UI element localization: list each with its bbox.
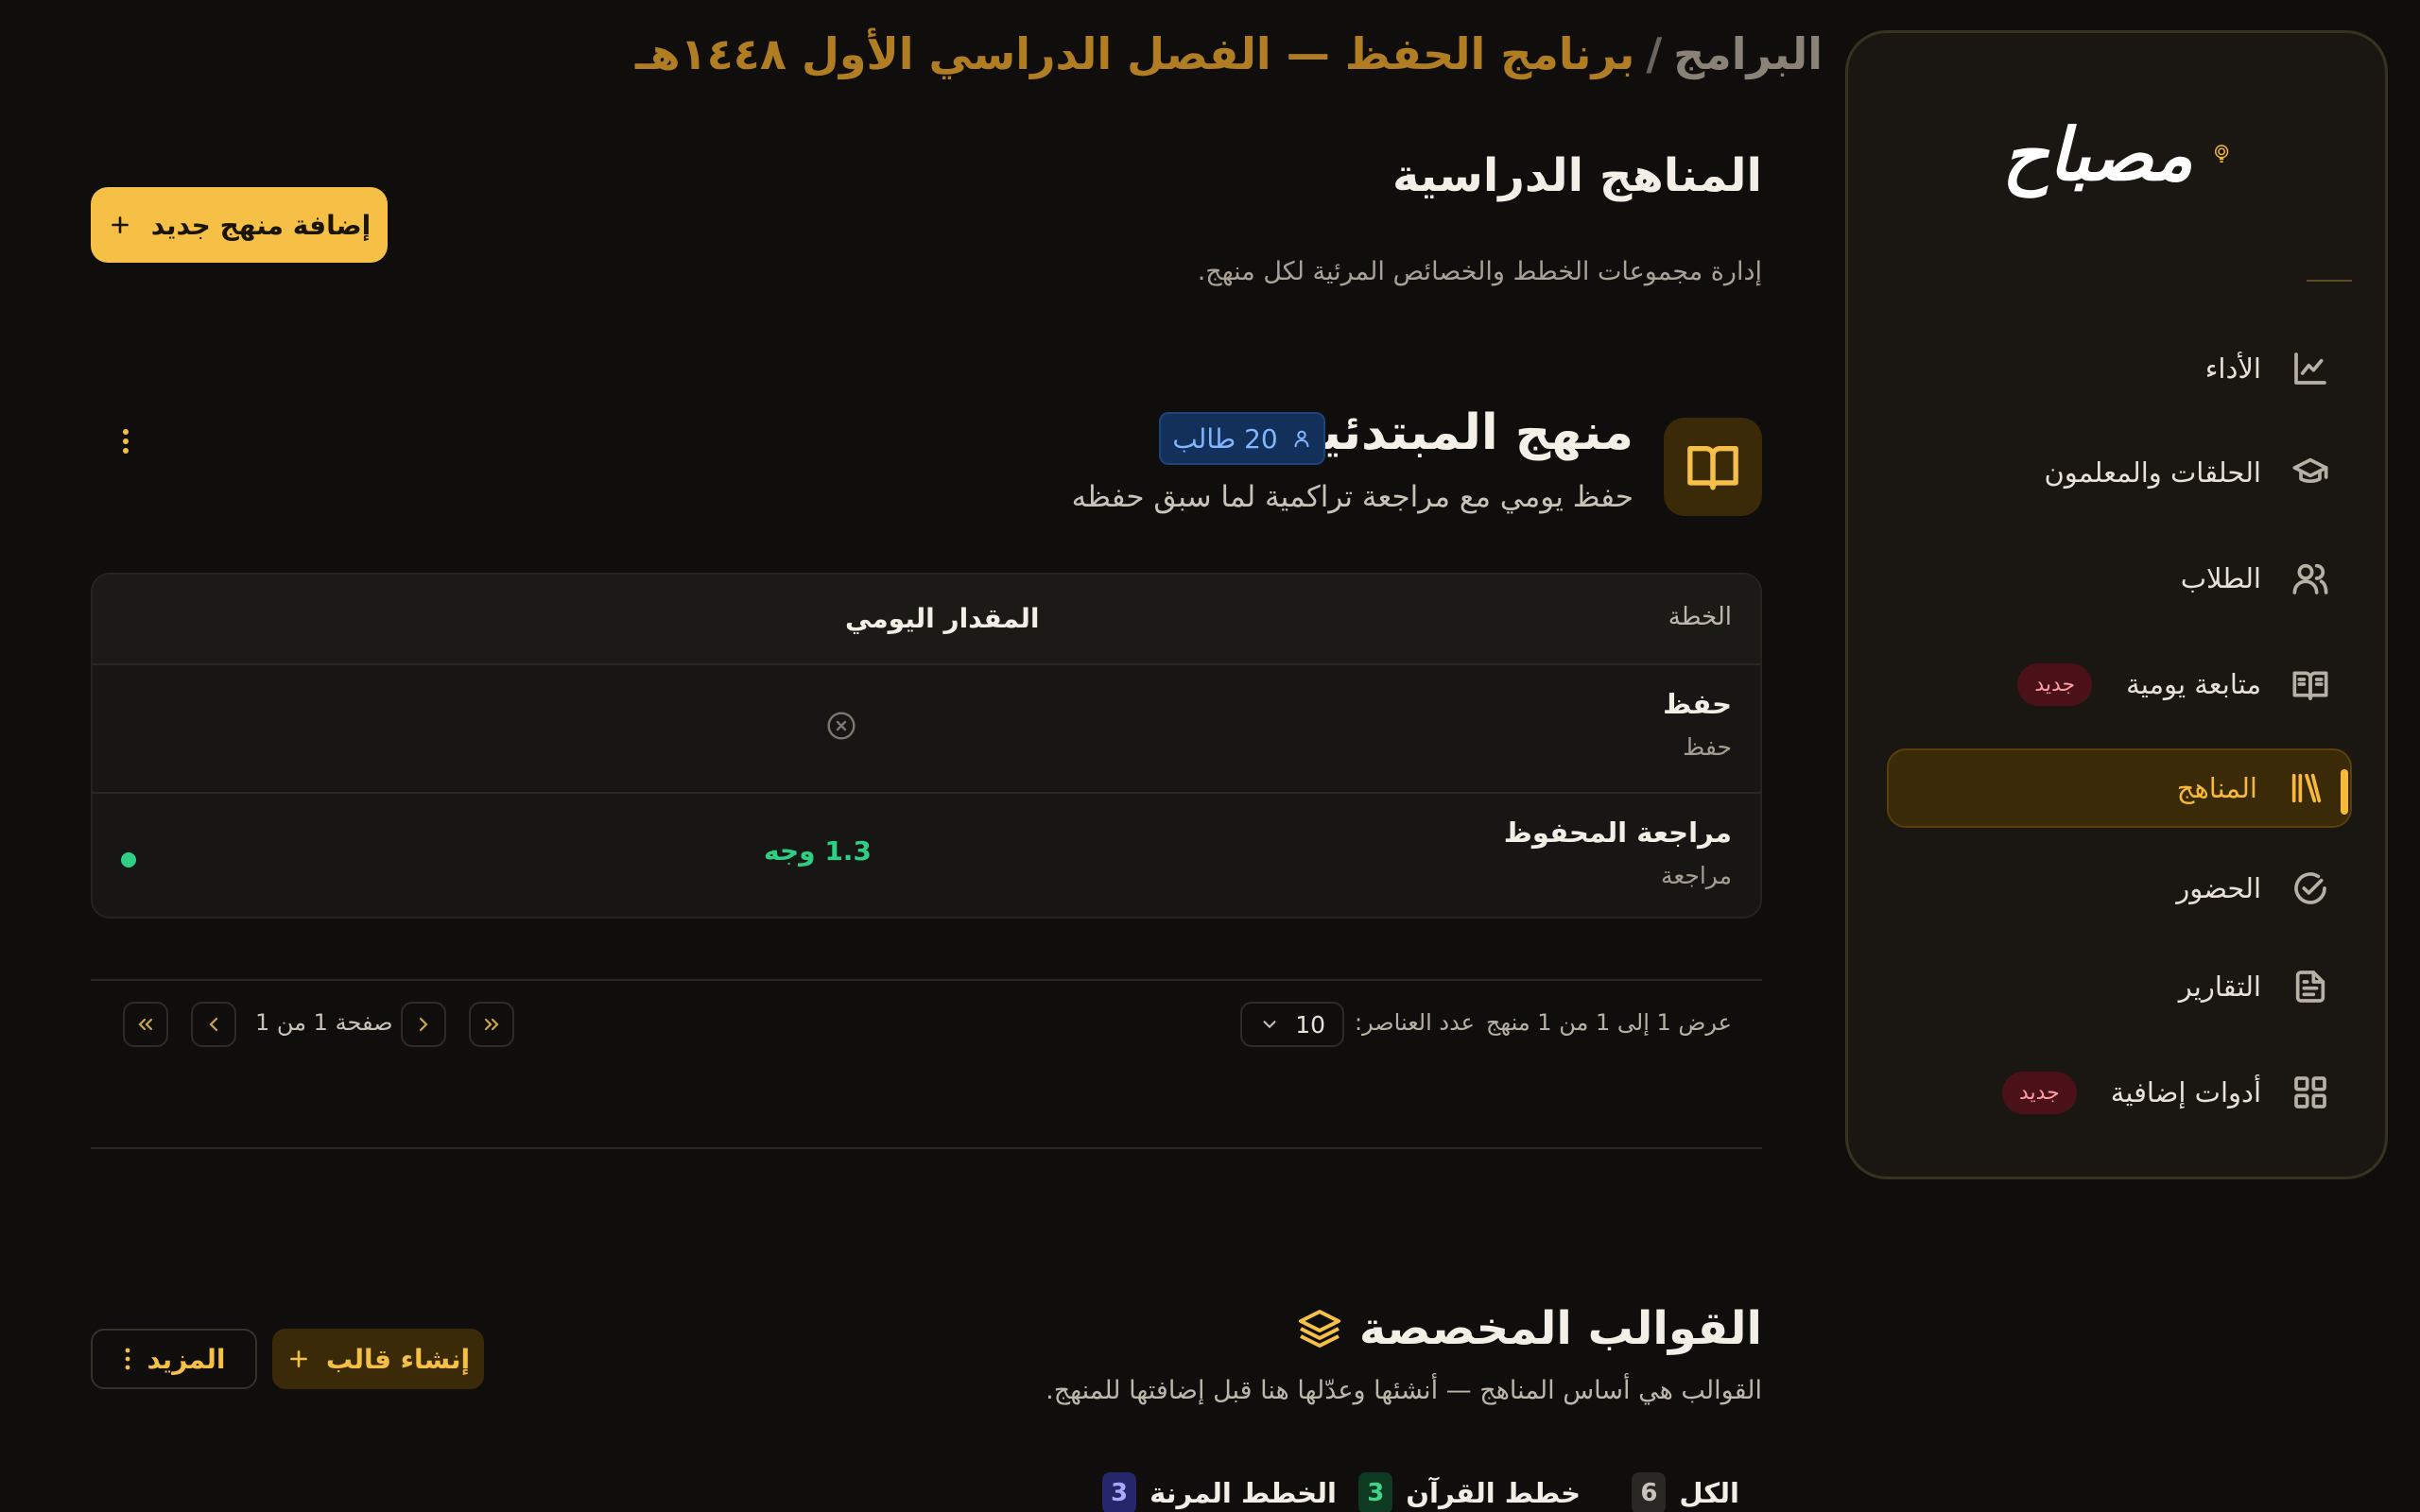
templates-title: القوالب المخصصة [1297, 1302, 1762, 1355]
templates-description: القوالب هي أساس المناهج — أنشئها وعدّلها… [1046, 1376, 1762, 1405]
plan-type: مراجعة [1660, 862, 1732, 889]
library-icon [2286, 767, 2327, 809]
graduation-cap-icon [2290, 452, 2331, 493]
per-page-label: عدد العناصر: [1354, 1009, 1475, 1036]
tab-count: 3 [1102, 1472, 1137, 1512]
more-vertical-icon [125, 1348, 130, 1370]
page-indicator: صفحة 1 من 1 [255, 1009, 393, 1036]
new-badge: جديد [2001, 1071, 2077, 1114]
sidebar-item-curricula[interactable]: المناهج [1887, 748, 2352, 828]
create-template-button[interactable]: إنشاء قالب [272, 1329, 484, 1389]
user-icon [1294, 430, 1309, 448]
app-logo[interactable]: مصباح [2002, 112, 2229, 197]
more-button[interactable]: المزيد [91, 1329, 257, 1389]
plus-icon [290, 1350, 307, 1367]
more-vertical-icon [123, 429, 129, 454]
curriculum-menu-button[interactable] [119, 427, 132, 463]
previous-page-button[interactable] [401, 1002, 446, 1047]
check-circle-icon [2290, 868, 2331, 909]
users-icon [2290, 558, 2331, 599]
breadcrumb-current: برنامج الحفظ — الفصل الدراسي الأول ١٤٤٨ه… [635, 28, 1635, 79]
logo-divider [2307, 280, 2352, 282]
plans-table: الخطة المقدار اليومي حفظ حفظ مراجعة المح… [91, 573, 1762, 919]
sidebar-item-students[interactable]: الطلاب [1885, 539, 2354, 618]
tab-all[interactable]: الكل 6 [1632, 1472, 1739, 1512]
last-page-button[interactable] [123, 1002, 168, 1047]
next-page-button[interactable] [191, 1002, 236, 1047]
tab-count: 3 [1358, 1472, 1393, 1512]
chart-line-icon [2290, 348, 2331, 389]
sidebar-item-attendance[interactable]: الحضور [1885, 849, 2354, 928]
students-count-badge: 20 طالب [1159, 412, 1325, 465]
divider [91, 1147, 1762, 1149]
templates-title-text: القوالب المخصصة [1358, 1302, 1762, 1355]
curriculum-icon [1664, 418, 1762, 516]
add-curriculum-button[interactable]: إضافة منهج جديد [91, 187, 388, 263]
tab-label: الخطط المرنة [1150, 1477, 1337, 1509]
file-text-icon [2290, 966, 2331, 1007]
more-label: المزيد [147, 1343, 226, 1375]
book-icon [1687, 446, 1738, 490]
plan-name: مراجعة المحفوظ [1503, 816, 1732, 849]
curriculum-title: منهج المبتدئين [1278, 404, 1634, 461]
close-circle-icon [827, 712, 856, 740]
chevron-left-icon [209, 1017, 218, 1032]
curriculum-description: حفظ يومي مع مراجعة تراكمية لما سبق حفظه [1071, 480, 1634, 514]
book-open-icon [2290, 663, 2331, 705]
sidebar-item-circles-teachers[interactable]: الحلقات والمعلمون [1885, 433, 2354, 512]
sidebar-item-label: المناهج [2176, 772, 2257, 804]
table-row[interactable]: مراجعة المحفوظ مراجعة 1.3 وجه [93, 794, 1760, 917]
page-title: المناهج الدراسية [1392, 149, 1762, 202]
lamp-logo-icon [2214, 145, 2228, 163]
status-dot [121, 852, 136, 868]
per-page-select[interactable]: 10 [1240, 1002, 1344, 1047]
sidebar-item-label: الحلقات والمعلمون [2044, 456, 2261, 489]
students-count-label: 20 طالب [1172, 422, 1278, 455]
create-template-label: إنشاء قالب [325, 1343, 471, 1375]
sidebar-item-label: التقارير [2178, 971, 2261, 1003]
tab-flexible-plans[interactable]: الخطط المرنة 3 [1102, 1472, 1337, 1512]
sidebar-item-label: الحضور [2176, 872, 2261, 904]
table-row[interactable]: حفظ حفظ [93, 665, 1760, 794]
column-header-plan: الخطة [1668, 603, 1732, 631]
page-subtitle: إدارة مجموعات الخطط والخصائص المرئية لكل… [1197, 257, 1762, 286]
column-header-daily-amount: المقدار اليومي [845, 603, 1040, 634]
plan-type: حفظ [1683, 733, 1732, 761]
table-header: الخطة المقدار اليومي [93, 575, 1760, 665]
showing-count: عرض 1 إلى 1 من 1 منهج [1486, 1009, 1732, 1036]
tab-label: الكل [1679, 1477, 1739, 1509]
add-curriculum-label: إضافة منهج جديد [150, 209, 372, 241]
breadcrumb-separator: / [1646, 28, 1663, 79]
active-indicator [2341, 769, 2348, 815]
grid-icon [2290, 1072, 2331, 1113]
per-page-value: 10 [1295, 1010, 1325, 1039]
sidebar-item-label: متابعة يومية [2126, 668, 2261, 700]
tab-quran-plans[interactable]: خطط القرآن 3 [1358, 1472, 1581, 1512]
sidebar-item-reports[interactable]: التقارير [1885, 947, 2354, 1026]
sidebar-item-extra-tools[interactable]: أدوات إضافية جديد [1885, 1053, 2354, 1132]
chevron-down-icon [1263, 1021, 1276, 1029]
chevrons-right-icon [484, 1018, 499, 1031]
sidebar-item-performance[interactable]: الأداء [1885, 329, 2354, 408]
sidebar-item-daily-followup[interactable]: متابعة يومية جديد [1885, 644, 2354, 724]
divider [91, 979, 1762, 981]
sidebar-item-label: الأداء [2204, 352, 2261, 385]
layers-icon [1298, 1310, 1340, 1348]
plan-name: حفظ [1663, 688, 1732, 720]
sidebar-item-label: أدوات إضافية [2110, 1076, 2261, 1108]
chevrons-left-icon [138, 1018, 153, 1031]
tab-label: خطط القرآن [1406, 1477, 1581, 1509]
first-page-button[interactable] [469, 1002, 514, 1047]
logo-text: مصباح [2002, 112, 2195, 197]
breadcrumb: البرامج/برنامج الحفظ — الفصل الدراسي الأ… [635, 28, 1823, 79]
chevron-right-icon [419, 1017, 428, 1032]
breadcrumb-root-link[interactable]: البرامج [1673, 28, 1823, 79]
plus-icon [111, 216, 129, 233]
daily-amount-value: 1.3 وجه [764, 835, 872, 867]
tab-count: 6 [1632, 1472, 1667, 1512]
sidebar-item-label: الطلاب [2180, 562, 2261, 594]
new-badge: جديد [2017, 662, 2093, 706]
